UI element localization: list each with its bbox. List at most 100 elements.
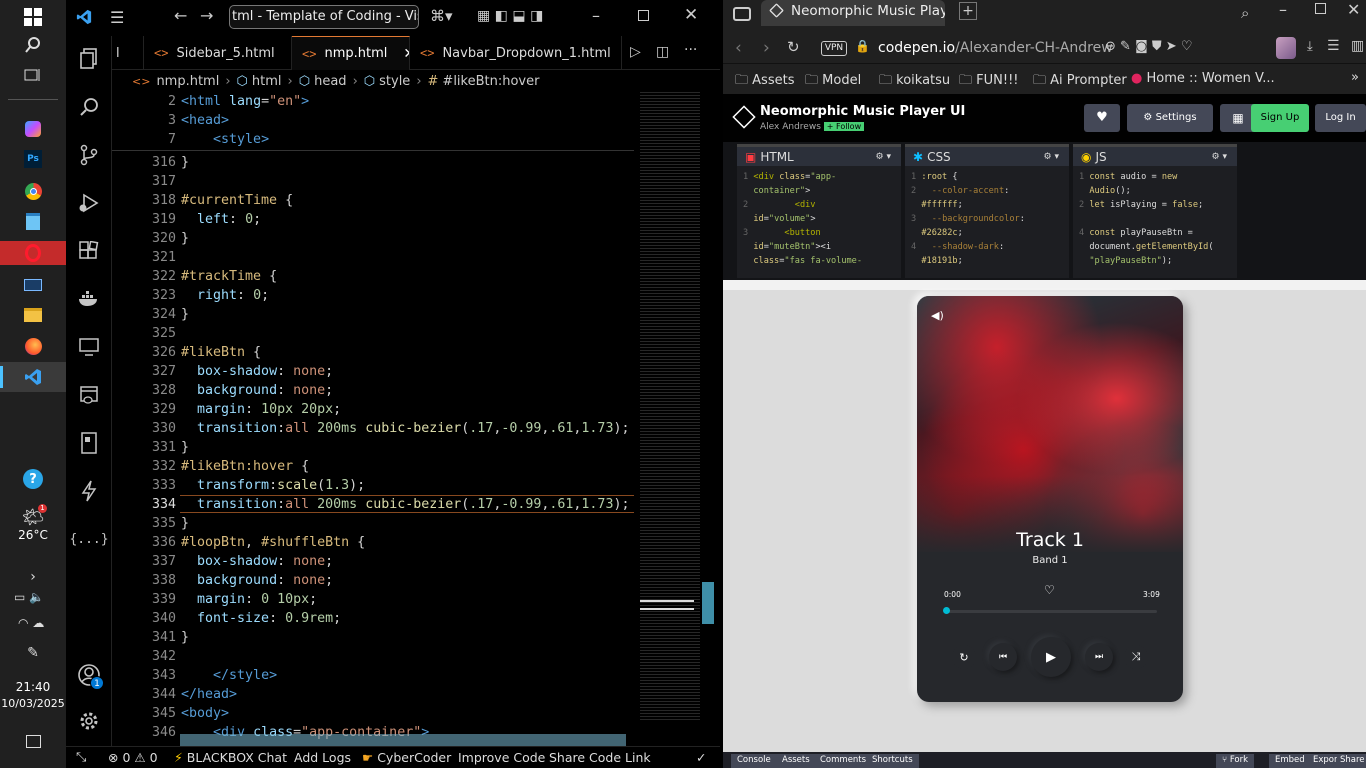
- tray-icons-row-1[interactable]: ▭ 🔈: [14, 590, 62, 610]
- toggle-secondary-sidebar-icon[interactable]: ◨: [530, 8, 543, 24]
- nav-forward-icon[interactable]: →: [200, 6, 213, 25]
- lock-icon[interactable]: 🔒: [855, 39, 870, 53]
- tab-nmp-active[interactable]: <>nmp.html✕: [292, 36, 410, 70]
- comments-button[interactable]: Comments: [814, 754, 873, 768]
- pane-settings-icon[interactable]: ⚙ ▾: [1212, 152, 1227, 162]
- chevron-right-icon[interactable]: ›: [18, 564, 48, 590]
- download-icon[interactable]: ⤓: [1307, 39, 1313, 54]
- toggle-panel-icon[interactable]: ⬓: [512, 8, 525, 24]
- progress-track[interactable]: [943, 607, 1157, 614]
- pane-settings-icon[interactable]: ⚙ ▾: [1044, 152, 1059, 162]
- reload-icon[interactable]: ↻: [787, 38, 800, 56]
- more-actions-icon[interactable]: ···: [684, 42, 697, 58]
- share-code-link-button[interactable]: Share Code Link: [549, 750, 651, 765]
- close-tab-icon[interactable]: ✕: [403, 46, 409, 62]
- shuffle-button[interactable]: ⤨: [1124, 645, 1148, 669]
- clock-time[interactable]: 21:40: [0, 680, 66, 694]
- chrome-icon[interactable]: [18, 178, 48, 204]
- assets-button[interactable]: Assets: [776, 754, 816, 768]
- signup-button[interactable]: Sign Up: [1251, 104, 1309, 132]
- bookmark-koikatsu[interactable]: 🗀 koikatsu: [879, 71, 950, 93]
- json-braces-icon[interactable]: {...}: [69, 524, 108, 554]
- like-button[interactable]: ♡: [1044, 583, 1055, 597]
- explorer-icon[interactable]: [74, 44, 104, 74]
- breadcrumb-item[interactable]: nmp.html: [156, 74, 219, 89]
- address-bar-actions[interactable]: ⊖ ✎ ◙ ⛊ ➤ ♡: [1105, 39, 1192, 54]
- horizontal-scrollbar[interactable]: [180, 734, 626, 746]
- tray-icons-row-2[interactable]: ◠ ☁: [18, 616, 66, 636]
- camera-icon[interactable]: ◙: [1135, 39, 1148, 54]
- run-debug-icon[interactable]: [74, 188, 104, 218]
- battery-icon[interactable]: ▭: [14, 590, 25, 604]
- clock-date[interactable]: 10/03/2025: [0, 697, 66, 710]
- docker-icon[interactable]: [74, 284, 104, 314]
- lightning-icon[interactable]: [74, 476, 104, 506]
- split-editor-icon[interactable]: ◫: [656, 44, 669, 60]
- bookmark-ai-prompter[interactable]: 🗀 Ai Prompter: [1033, 71, 1127, 93]
- follow-button[interactable]: + Follow: [823, 122, 865, 131]
- opera-icon[interactable]: [18, 240, 48, 266]
- notepad-icon[interactable]: [18, 208, 48, 234]
- shortcuts-button[interactable]: Shortcuts: [866, 754, 919, 768]
- zoom-icon[interactable]: ⊖: [1105, 39, 1116, 54]
- search-tabs-icon[interactable]: ⌕: [1241, 4, 1249, 22]
- close-window-icon[interactable]: ✕: [1347, 0, 1360, 19]
- url-text[interactable]: codepen.io/Alexander-CH-Andrew: [878, 40, 1113, 56]
- wifi-icon[interactable]: ◠: [18, 616, 28, 630]
- html-pane[interactable]: ▣ HTML ⚙ ▾ 1 <div class="app- container"> …: [737, 144, 901, 278]
- book-icon[interactable]: [74, 428, 104, 458]
- breadcrumb-item[interactable]: style: [379, 74, 410, 89]
- maximize-icon[interactable]: [1315, 3, 1326, 14]
- play-pause-button[interactable]: ▶: [1031, 637, 1071, 677]
- loop-button[interactable]: ↻: [952, 645, 976, 669]
- menu-icon[interactable]: ☰: [1327, 38, 1340, 54]
- help-icon[interactable]: ?: [18, 466, 48, 492]
- previous-button[interactable]: ⏮: [989, 643, 1017, 671]
- layout-icons[interactable]: ▦ ◧ ⬓ ◨: [477, 8, 543, 24]
- customize-layout-icon[interactable]: ▦: [477, 8, 490, 24]
- firefox-icon[interactable]: [18, 333, 48, 359]
- fork-button[interactable]: ⑂ Fork: [1216, 754, 1255, 768]
- breadcrumb-item[interactable]: head: [314, 74, 346, 89]
- heart-icon[interactable]: ♡: [1181, 39, 1193, 54]
- more-bookmarks-icon[interactable]: »: [1351, 70, 1359, 85]
- settings-button[interactable]: ⚙ Settings: [1127, 104, 1213, 132]
- tab-neomorphic-music-player[interactable]: Neomorphic Music Player: [761, 0, 945, 26]
- command-center-title[interactable]: tml - Template of Coding - Visual St: [229, 5, 419, 29]
- copilot-menu-icon[interactable]: ⌘▾: [430, 7, 453, 25]
- vpn-badge[interactable]: VPN: [821, 41, 847, 56]
- notifications-icon[interactable]: ✓: [696, 750, 706, 765]
- bookmark-home-women[interactable]: ● Home :: Women V...: [1131, 71, 1275, 86]
- pane-settings-icon[interactable]: ⚙ ▾: [876, 152, 891, 162]
- pen-icon[interactable]: ✎: [18, 640, 48, 666]
- shield-icon[interactable]: ⛊: [1152, 39, 1162, 54]
- volume-icon[interactable]: 🔈: [29, 590, 44, 604]
- code-editor[interactable]: 2 <html lang="en"> 3 <head> 7 <style> 316}…: [112, 92, 634, 746]
- next-button[interactable]: ⏭: [1085, 643, 1113, 671]
- vertical-scrollbar-thumb[interactable]: [702, 582, 714, 624]
- keyboard-icon[interactable]: [18, 272, 48, 298]
- minimize-icon[interactable]: –: [1279, 0, 1287, 19]
- task-view-icon[interactable]: [18, 62, 48, 88]
- vscode-icon[interactable]: [18, 364, 48, 390]
- tab-sidebar-5[interactable]: <> Sidebar_5.html: [144, 36, 292, 70]
- bookmark-model[interactable]: 🗀 Model: [805, 71, 861, 93]
- pen-title[interactable]: Neomorphic Music Player UI: [760, 104, 965, 119]
- edit-icon[interactable]: ✎: [1120, 39, 1131, 54]
- windows-start-icon[interactable]: [18, 4, 48, 30]
- problems-indicator[interactable]: ⊗ 0 ⚠ 0: [108, 750, 158, 765]
- login-button[interactable]: Log In: [1315, 104, 1366, 132]
- progress-knob[interactable]: [943, 607, 950, 614]
- search-icon[interactable]: [18, 32, 48, 58]
- cloud-icon[interactable]: ☁: [32, 616, 44, 630]
- embed-button[interactable]: Embed: [1269, 754, 1311, 768]
- photoshop-icon[interactable]: Ps: [18, 146, 48, 172]
- cybercoder-button[interactable]: ☛ CyberCoder: [362, 750, 451, 765]
- maximize-icon[interactable]: [638, 10, 649, 21]
- gamepad-icon[interactable]: [733, 7, 751, 21]
- remote-icon[interactable]: ⤡: [76, 750, 86, 765]
- tab-partial[interactable]: l: [112, 36, 144, 70]
- file-explorer-icon[interactable]: [18, 302, 48, 328]
- bookmark-assets[interactable]: 🗀 Assets: [735, 71, 794, 93]
- js-pane[interactable]: ◉ JS ⚙ ▾ 1 const audio = new Audio(); 2 le…: [1073, 144, 1237, 278]
